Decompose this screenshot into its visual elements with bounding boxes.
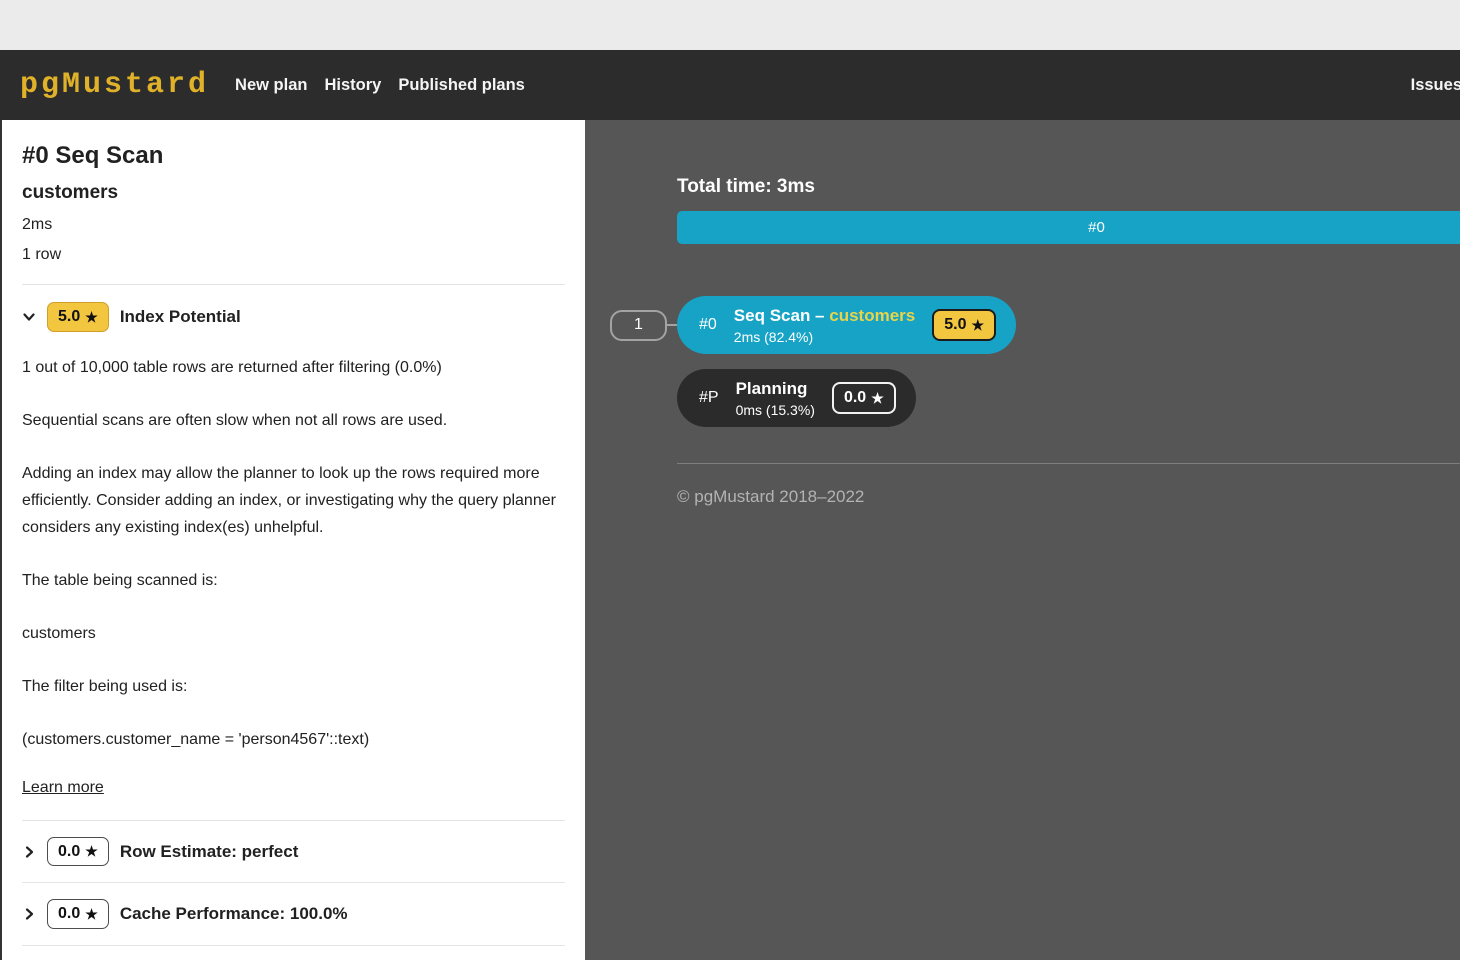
node-body: Seq Scan – customers 2ms (82.4%): [734, 306, 915, 345]
browser-chrome-strip: [0, 0, 1460, 50]
star-icon: ★: [85, 308, 98, 327]
chevron-down-icon: [22, 310, 36, 324]
plan-tree-panel: Total time: 3ms #0 1 #0 Seq Scan – custo…: [585, 120, 1460, 960]
divider: [22, 284, 565, 285]
node-title: Planning: [736, 379, 815, 399]
nav-item-new-plan[interactable]: New plan: [235, 76, 307, 95]
node-relation-name: customers: [22, 182, 565, 204]
nav-links: New plan History Published plans: [235, 76, 525, 95]
node-timing: 0ms (15.3%): [736, 402, 815, 418]
node-row-count: 1 row: [22, 246, 565, 264]
star-icon: ★: [871, 389, 884, 408]
total-time-label: Total time: 3ms: [677, 176, 1460, 198]
score-badge: 0.0 ★: [832, 382, 896, 414]
section-header-index-potential[interactable]: 5.0 ★ Index Potential: [22, 302, 565, 332]
node-time: 2ms: [22, 216, 565, 234]
chevron-right-icon: [22, 907, 36, 921]
tip-paragraph: Sequential scans are often slow when not…: [22, 407, 565, 434]
index-potential-body: 1 out of 10,000 table rows are returned …: [22, 354, 565, 820]
tree-row-planning: #P Planning 0ms (15.3%) 0.0 ★: [677, 354, 1460, 427]
score-value: 5.0: [58, 306, 80, 328]
node-title: Seq Scan – customers: [734, 306, 915, 326]
tip-paragraph: The table being scanned is:: [22, 567, 565, 594]
page-title: #0 Seq Scan: [22, 140, 565, 171]
node-count-box[interactable]: 1: [610, 310, 667, 341]
node-id: #0: [695, 316, 717, 334]
score-value: 5.0: [944, 314, 966, 336]
tip-paragraph: Adding an index may allow the planner to…: [22, 460, 565, 541]
score-value: 0.0: [58, 841, 80, 863]
divider: [677, 463, 1460, 464]
star-icon: ★: [85, 842, 98, 861]
tip-paragraph: The filter being used is:: [22, 673, 565, 700]
node-op: Seq Scan –: [734, 306, 825, 325]
filter-expression: (customers.customer_name = 'person4567':…: [22, 726, 565, 753]
copyright-footer: © pgMustard 2018–2022: [677, 487, 1460, 507]
main-content: #0 Seq Scan customers 2ms 1 row 5.0 ★ In…: [0, 120, 1460, 960]
tree-connector-line: [667, 324, 677, 326]
nav-right: Issues: [1411, 76, 1460, 95]
node-body: Planning 0ms (15.3%): [736, 379, 815, 418]
score-badge: 5.0 ★: [47, 302, 109, 332]
chevron-right-icon: [22, 845, 36, 859]
tree-row-seq-scan: 1 #0 Seq Scan – customers 2ms (82.4%) 5.…: [610, 296, 1460, 354]
section-title: Row Estimate: perfect: [120, 842, 299, 862]
section-header-read-efficiency[interactable]: 0.0 ★ Read Efficiency: [22, 945, 565, 960]
scanned-table-name: customers: [22, 620, 565, 647]
node-id: #P: [695, 389, 719, 407]
plan-node-seq-scan[interactable]: #0 Seq Scan – customers 2ms (82.4%) 5.0 …: [677, 296, 1016, 354]
navbar: pgMustard New plan History Published pla…: [0, 50, 1460, 120]
tip-paragraph: 1 out of 10,000 table rows are returned …: [22, 354, 565, 381]
section-title: Index Potential: [120, 307, 241, 327]
star-icon: ★: [85, 905, 98, 924]
score-value: 0.0: [844, 387, 866, 409]
section-header-cache-performance[interactable]: 0.0 ★ Cache Performance: 100.0%: [22, 882, 565, 945]
timeline-bar-node-0[interactable]: #0: [677, 211, 1460, 244]
nav-item-issues[interactable]: Issues: [1411, 76, 1460, 94]
star-icon: ★: [971, 316, 984, 335]
pgmustard-logo[interactable]: pgMustard: [20, 68, 209, 102]
node-timing: 2ms (82.4%): [734, 329, 915, 345]
section-title: Cache Performance: 100.0%: [120, 904, 348, 924]
learn-more-link[interactable]: Learn more: [22, 779, 104, 797]
node-relation: customers: [829, 306, 915, 325]
score-value: 0.0: [58, 903, 80, 925]
section-header-row-estimate[interactable]: 0.0 ★ Row Estimate: perfect: [22, 820, 565, 883]
score-badge: 0.0 ★: [47, 899, 109, 929]
plan-node-planning[interactable]: #P Planning 0ms (15.3%) 0.0 ★: [677, 369, 916, 427]
nav-item-published-plans[interactable]: Published plans: [398, 76, 525, 95]
plan-tree: 1 #0 Seq Scan – customers 2ms (82.4%) 5.…: [677, 296, 1460, 427]
node-details-panel: #0 Seq Scan customers 2ms 1 row 5.0 ★ In…: [0, 120, 585, 960]
score-badge: 5.0 ★: [932, 309, 996, 341]
score-badge: 0.0 ★: [47, 837, 109, 867]
nav-item-history[interactable]: History: [324, 76, 381, 95]
timeline-bar-label: #0: [1088, 219, 1105, 236]
